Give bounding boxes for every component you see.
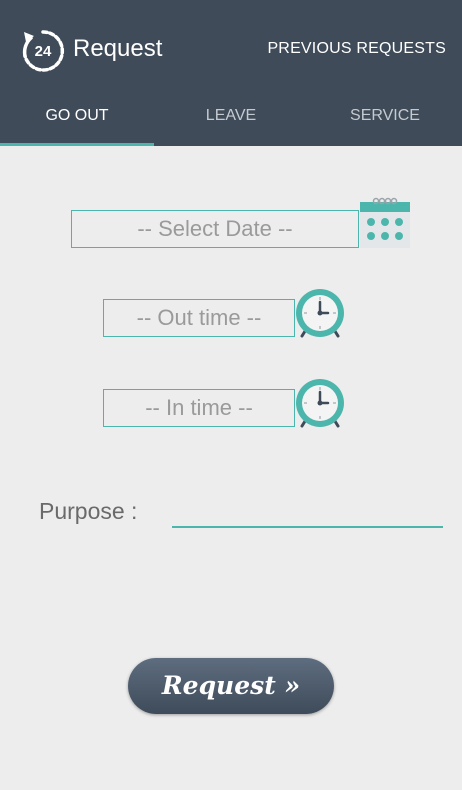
previous-requests-button[interactable]: PREVIOUS REQUESTS: [267, 40, 446, 58]
tab-bar: GO OUT LEAVE SERVICE: [0, 96, 462, 146]
calendar-icon[interactable]: [359, 196, 411, 248]
app-title: Request: [73, 35, 163, 62]
request-button[interactable]: Request »: [128, 658, 334, 714]
logo-text: 24: [35, 43, 52, 60]
tab-leave[interactable]: LEAVE: [154, 96, 308, 146]
app-bar: 24 Request PREVIOUS REQUESTS GO OUT LEAV…: [0, 0, 462, 146]
tab-go-out[interactable]: GO OUT: [0, 96, 154, 146]
tab-service[interactable]: SERVICE: [308, 96, 462, 146]
alarm-clock-icon[interactable]: [293, 376, 347, 430]
purpose-input[interactable]: [172, 496, 443, 528]
in-time-field[interactable]: -- In time --: [103, 389, 295, 427]
alarm-clock-icon[interactable]: [293, 286, 347, 340]
clock-24-logo-icon: 24: [22, 30, 65, 72]
out-time-field[interactable]: -- Out time --: [103, 299, 295, 337]
purpose-label: Purpose :: [39, 498, 138, 524]
select-date-field[interactable]: -- Select Date --: [71, 210, 359, 248]
